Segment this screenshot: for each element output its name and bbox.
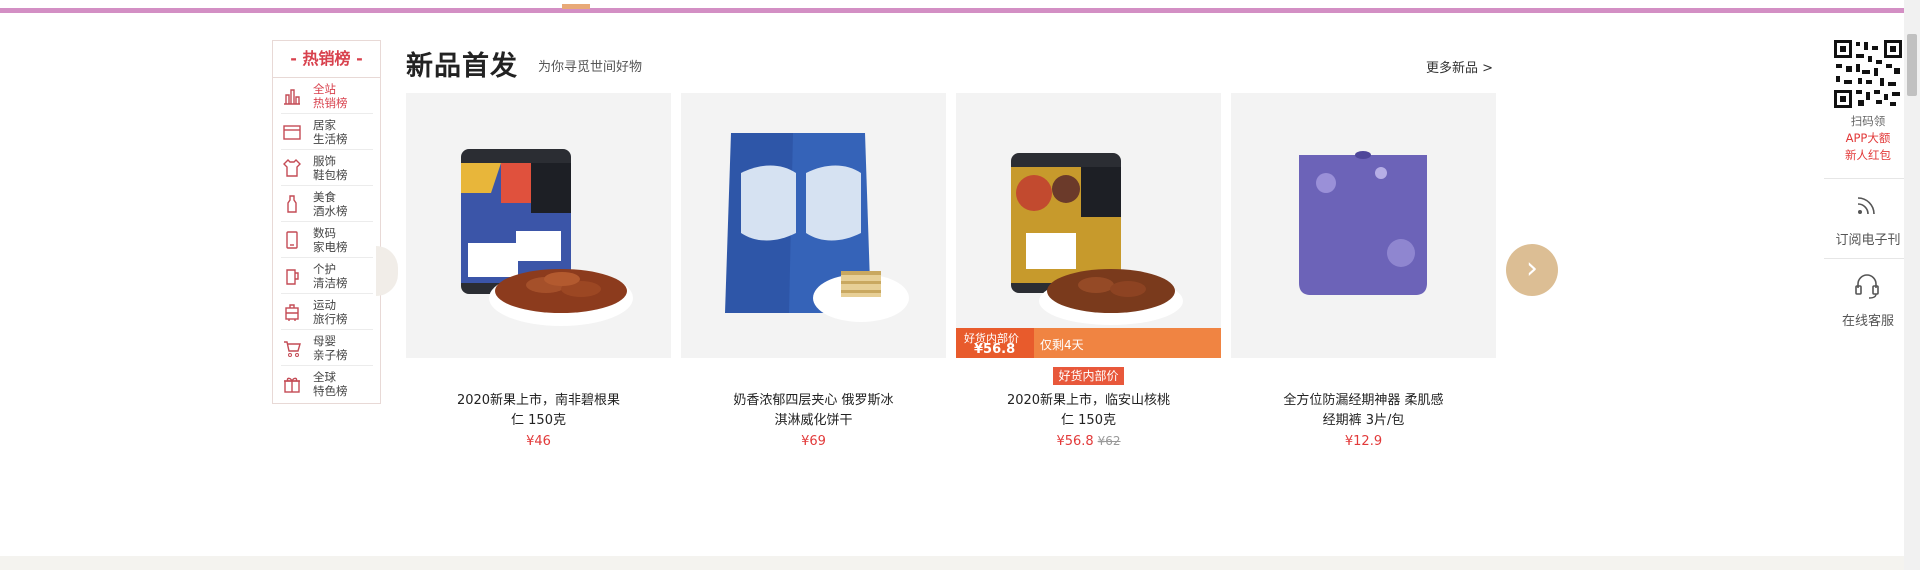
sidebar-divider	[1824, 178, 1904, 179]
footer-band	[0, 556, 1904, 570]
rank-item-label: 美食	[313, 190, 336, 204]
product-image-wafer[interactable]	[681, 93, 946, 358]
rank-item-apparel[interactable]: 服饰 鞋包榜	[281, 151, 373, 186]
section-subtitle: 为你寻觅世间好物	[538, 60, 643, 75]
rank-item-home[interactable]: 居家 生活榜	[281, 115, 373, 150]
promo-banner: 好货内部价 ¥56.8 仅剩4天	[956, 328, 1221, 358]
product-name: 淇淋威化饼干	[774, 413, 853, 428]
product-name: 仁 150克	[1061, 413, 1116, 428]
home-appliance-icon	[281, 122, 303, 144]
rank-item-label: 运动	[313, 298, 336, 312]
ranking-panel: - 热销榜 - 全站 热销榜 居家 生活榜 服饰 鞋包榜 美食 酒水榜 数码 家电榜 个护	[272, 40, 381, 404]
carousel-next-button[interactable]: ›	[1506, 244, 1558, 296]
top-accent-line	[0, 8, 1904, 13]
more-new-products-link[interactable]: 更多新品 >	[1426, 57, 1493, 76]
product-name: 奶香浓郁四层夹心 俄罗斯冰	[733, 393, 894, 408]
rank-item-label: 家电榜	[313, 240, 348, 254]
product-name: 2020新果上市，南非碧根果	[456, 393, 621, 408]
rank-item-label: 母婴	[313, 334, 336, 348]
rank-item-sports[interactable]: 运动 旅行榜	[281, 295, 373, 330]
luggage-icon	[281, 302, 303, 324]
shirt-icon	[281, 158, 303, 180]
product-name: 仁 150克	[511, 413, 566, 428]
qr-promo-line: APP大额	[1845, 131, 1891, 145]
online-service-link[interactable]: 在线客服	[1824, 310, 1912, 329]
rss-icon[interactable]	[1852, 190, 1882, 220]
rank-item-label: 亲子榜	[313, 348, 348, 362]
rank-item-baby[interactable]: 母婴 亲子榜	[281, 331, 373, 366]
cup-icon	[281, 266, 303, 288]
scrollbar-thumb[interactable]	[1907, 34, 1917, 96]
product-price: ¥46	[526, 434, 551, 449]
top-bar	[0, 0, 1920, 14]
rank-item-label: 全球	[313, 370, 336, 384]
rank-item-label: 数码	[313, 226, 336, 240]
rank-item-care[interactable]: 个护 清洁榜	[281, 259, 373, 294]
rank-item-label: 清洁榜	[313, 276, 348, 290]
rank-item-digital[interactable]: 数码 家电榜	[281, 223, 373, 258]
rank-item-label: 鞋包榜	[313, 168, 348, 182]
rank-item-label: 酒水榜	[313, 204, 348, 218]
gift-icon	[281, 374, 303, 396]
product-image-walnut[interactable]: 好货内部价 ¥56.8 仅剩4天	[956, 93, 1221, 358]
headset-icon[interactable]	[1852, 270, 1882, 300]
chevron-right-icon: ›	[1526, 251, 1538, 286]
rank-item-food[interactable]: 美食 酒水榜	[281, 187, 373, 222]
rank-item-site[interactable]: 全站 热销榜	[281, 79, 373, 114]
app-promo-text: 扫码领 APP大额 新人红包	[1824, 113, 1912, 164]
product-name: 全方位防漏经期神器 柔肌感	[1283, 393, 1444, 408]
rank-item-label: 旅行榜	[313, 312, 348, 326]
rank-item-label: 全站	[313, 82, 336, 96]
carousel-prev-button[interactable]	[376, 246, 398, 296]
product-name: 经期裤 3片/包	[1322, 413, 1405, 428]
product-image-pecan[interactable]	[406, 93, 671, 358]
qr-promo-line: 新人红包	[1845, 148, 1891, 162]
promo-countdown: 仅剩4天	[1040, 338, 1084, 352]
rank-item-label: 个护	[313, 262, 336, 276]
rank-item-label: 热销榜	[313, 96, 348, 110]
qr-scan-label: 扫码领	[1850, 114, 1886, 128]
stroller-icon	[281, 338, 303, 360]
rank-item-global[interactable]: 全球 特色榜	[281, 367, 373, 401]
ranking-title: - 热销榜 -	[273, 41, 380, 78]
rank-item-label: 服饰	[313, 154, 336, 168]
product-old-price: ¥62	[1097, 434, 1121, 448]
page-scrollbar[interactable]	[1904, 0, 1920, 570]
product-price: ¥12.9	[1344, 434, 1383, 449]
insider-price-tag: 好货内部价	[1053, 367, 1124, 385]
phone-icon	[281, 230, 303, 252]
bottle-icon	[281, 194, 303, 216]
rank-item-label: 居家	[313, 118, 336, 132]
top-indicator	[562, 4, 590, 9]
qr-code-icon	[1832, 38, 1904, 110]
sidebar-divider	[1824, 258, 1904, 259]
product-price: ¥69	[801, 434, 826, 449]
rank-item-label: 生活榜	[313, 132, 348, 146]
subscribe-link[interactable]: 订阅电子刊	[1824, 229, 1912, 248]
section-title: 新品首发	[406, 51, 518, 82]
promo-price: ¥56.8	[974, 342, 1016, 357]
product-name: 2020新果上市，临安山核桃	[1006, 393, 1171, 408]
bar-chart-icon	[281, 86, 303, 108]
rank-item-label: 特色榜	[313, 384, 348, 398]
product-image-period-pants[interactable]	[1231, 93, 1496, 358]
product-price: ¥56.8	[1056, 434, 1094, 449]
